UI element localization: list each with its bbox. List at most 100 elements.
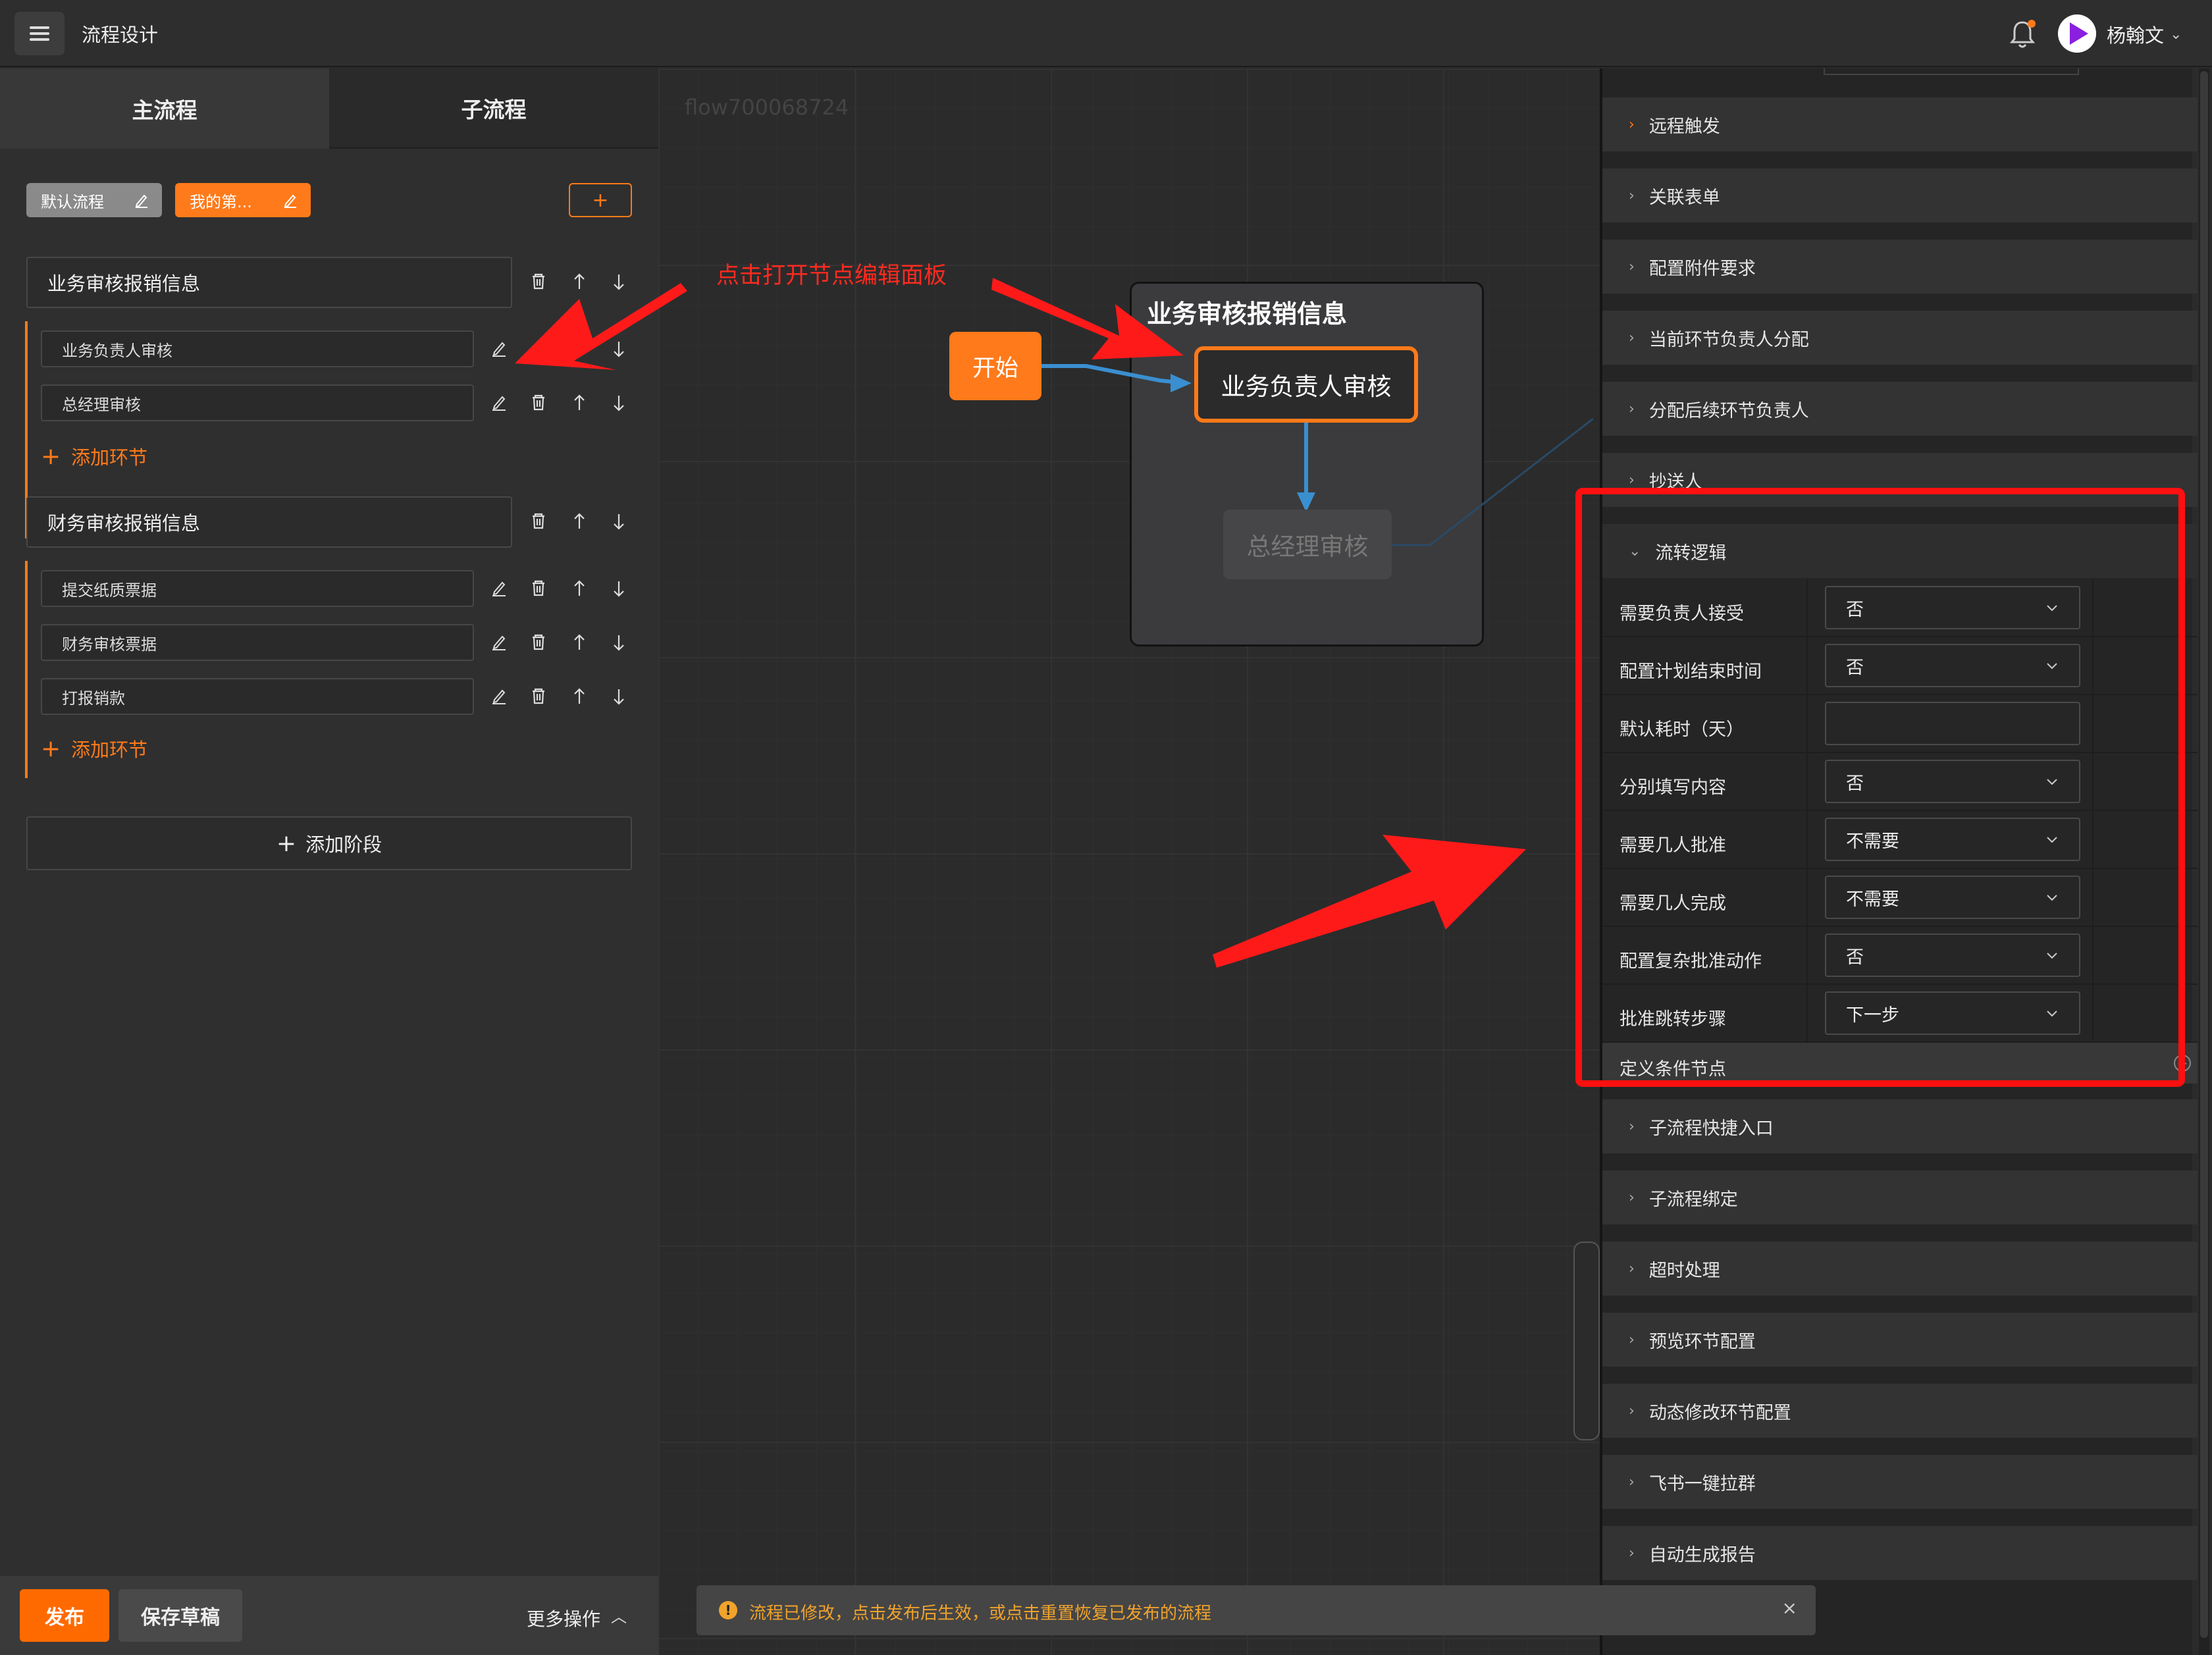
section-subflow-bind[interactable]: › 子流程绑定 [1602,1170,2198,1224]
select-field[interactable]: 否 [1825,933,2080,977]
chevron-right-icon: › [1629,1331,1635,1348]
select-field[interactable]: 否 [1825,586,2080,629]
chevron-down-icon [2047,779,2057,785]
section-flow-logic[interactable]: ⌄ 流转逻辑 [1602,524,2198,578]
chevron-down-icon [2047,895,2057,901]
chevron-down-icon[interactable]: ⌄ [2170,26,2182,43]
section-feishu-group[interactable]: › 飞书一键拉群 [1602,1455,2198,1509]
delete-icon[interactable] [531,273,546,290]
section-attachment[interactable]: › 配置附件要求 [1602,240,2198,294]
move-up-icon[interactable] [573,394,585,411]
delete-icon[interactable] [531,580,546,596]
chevron-down-icon [2047,837,2057,843]
edit-node-icon[interactable] [492,690,506,704]
chevron-right-icon: › [1629,1189,1635,1206]
select-field[interactable]: 下一步 [1825,991,2080,1035]
add-stage-button[interactable]: + 添加阶段 [26,816,632,870]
close-icon[interactable]: × [1782,1597,1797,1619]
chevron-down-icon [2047,953,2057,959]
section-dynamic-edit[interactable]: › 动态修改环节配置 [1602,1384,2198,1438]
field-row: 配置复杂批准动作 否 [1602,927,2198,985]
edit-node-icon[interactable] [492,396,506,411]
delete-icon[interactable] [531,513,546,529]
edit-node-icon[interactable] [492,582,506,596]
move-up-icon[interactable] [573,688,585,705]
section-cc[interactable]: › 抄送人 [1602,453,2198,507]
username[interactable]: 杨翰文 [2107,20,2164,48]
publish-button[interactable]: 发布 [20,1589,109,1642]
field-label: 批准跳转步骤 [1620,1009,1726,1030]
field-row: 默认耗时（天） [1602,695,2198,753]
field-label: 需要负责人接受 [1620,604,1744,624]
move-down-icon[interactable] [613,394,625,411]
section-current-owner[interactable]: › 当前环节负责人分配 [1602,311,2198,365]
chevron-right-icon: › [1629,258,1635,275]
section-title: 配置附件要求 [1648,258,1756,279]
section-remote-trigger[interactable]: › 远程触发 [1602,97,2198,151]
section-preview[interactable]: › 预览环节配置 [1602,1313,2198,1367]
stage-group[interactable] [1130,282,1484,646]
panel-drag-handle[interactable] [1573,1242,1600,1440]
notice-toast: ! 流程已修改，点击发布后生效，或点击重置恢复已发布的流程 × [697,1585,1816,1635]
add-condition-icon[interactable]: + [2174,1055,2191,1072]
move-up-icon[interactable] [573,634,585,651]
section-title: 远程触发 [1648,116,1720,137]
move-down-icon[interactable] [613,513,625,530]
field-row: 需要几人完成 不需要 [1602,869,2198,927]
field-label: 配置计划结束时间 [1620,662,1762,682]
delete-icon[interactable] [531,634,546,650]
move-down-icon[interactable] [613,580,625,597]
delete-icon[interactable] [531,394,546,411]
section-auto-report[interactable]: › 自动生成报告 [1602,1526,2198,1580]
move-down-icon[interactable] [613,634,625,651]
chevron-up-icon[interactable]: ︿ [611,1604,627,1627]
start-node[interactable]: 开始 [949,332,1041,400]
field-label: 需要几人批准 [1620,835,1726,856]
field-label: 配置复杂批准动作 [1620,951,1762,972]
move-up-icon[interactable] [573,580,585,597]
flow-node[interactable]: 总经理审核 [1223,510,1392,579]
chevron-right-icon: › [1629,1402,1635,1419]
flow-node-active[interactable]: 业务负责人审核 [1194,346,1418,423]
section-linked-form[interactable]: › 关联表单 [1602,169,2198,223]
section-next-owner[interactable]: › 分配后续环节负责人 [1602,382,2198,436]
section-title: 动态修改环节配置 [1648,1402,1791,1423]
edit-node-icon[interactable] [492,636,506,650]
chevron-right-icon: › [1629,116,1635,133]
select-field[interactable]: 不需要 [1825,876,2080,919]
scrollbar-thumb[interactable] [2200,71,2208,1638]
save-draft-button[interactable]: 保存草稿 [118,1589,242,1642]
condition-node-row[interactable]: 定义条件节点 + [1602,1043,2198,1084]
edit-node-icon[interactable] [492,342,506,357]
field-label: 默认耗时（天） [1620,720,1744,740]
chevron-down-icon [2047,1011,2057,1017]
select-field[interactable]: 不需要 [1825,818,2080,861]
add-stage-label: 添加阶段 [305,833,382,856]
section-subflow-entry[interactable]: › 子流程快捷入口 [1602,1099,2198,1153]
move-down-icon[interactable] [613,340,625,357]
move-down-icon[interactable] [613,688,625,705]
delete-icon[interactable] [531,688,546,704]
section-title: 流转逻辑 [1655,542,1727,564]
move-up-icon[interactable] [573,513,585,530]
select-value: 否 [1846,599,1864,620]
bell-icon[interactable] [2008,18,2037,50]
select-field[interactable]: 否 [1825,760,2080,803]
avatar[interactable] [2058,14,2096,53]
move-down-icon[interactable] [613,273,625,290]
section-timeout[interactable]: › 超时处理 [1602,1242,2198,1296]
bottom-bar: 发布 保存草稿 更多操作 ︿ [0,1576,658,1655]
condition-node-label: 定义条件节点 [1620,1059,1726,1080]
section-title: 自动生成报告 [1648,1544,1756,1565]
select-field[interactable]: 否 [1825,644,2080,687]
field-row: 需要几人批准 不需要 [1602,811,2198,869]
more-actions-button[interactable]: 更多操作 [527,1605,600,1631]
chevron-down-icon [2047,605,2057,612]
field-label: 需要几人完成 [1620,893,1726,914]
move-up-icon[interactable] [573,273,585,290]
chevron-right-icon: › [1629,1118,1635,1135]
field-row: 配置计划结束时间 否 [1602,637,2198,695]
text-input-field[interactable] [1825,702,2080,745]
field-label: 分别填写内容 [1620,777,1726,798]
select-value: 否 [1846,773,1864,794]
